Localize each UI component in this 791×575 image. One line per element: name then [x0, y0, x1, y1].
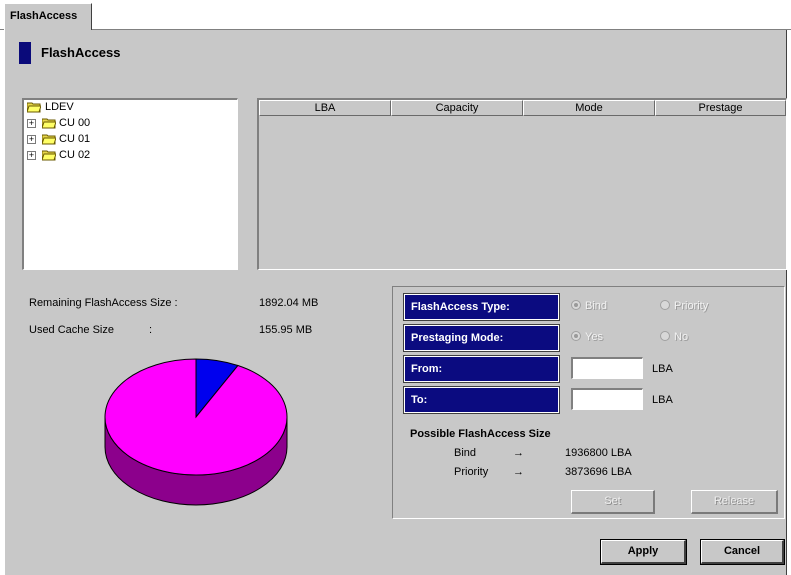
size-row-value: 3873696 LBA	[565, 466, 632, 478]
possible-size-title: Possible FlashAccess Size	[410, 428, 551, 440]
radio-selected-icon	[571, 331, 581, 341]
tree-node-cu-00[interactable]: + CU 00	[27, 116, 147, 131]
pie-slice-remaining-flashaccess-size	[104, 358, 288, 476]
folder-icon	[42, 118, 56, 129]
tab-flashaccess[interactable]: FlashAccess	[4, 3, 92, 30]
used-cache-label: Used Cache Size	[29, 324, 114, 336]
cache-usage-pie-chart	[104, 358, 288, 506]
page-title: FlashAccess	[41, 45, 121, 60]
to-input[interactable]	[571, 388, 643, 410]
arrow-right-icon: →	[513, 466, 524, 478]
folder-icon	[42, 150, 56, 161]
flashaccess-settings: FlashAccess Type: Bind Priority Prestagi…	[392, 286, 785, 519]
tree-node-label: CU 01	[59, 133, 91, 145]
size-row-name: Bind	[454, 447, 477, 459]
size-row-name: Priority	[454, 466, 489, 478]
tree-node-cu-01[interactable]: + CU 01	[27, 132, 147, 147]
release-button[interactable]: Release	[691, 490, 778, 514]
cache-table[interactable]: LBA Capacity Mode Prestage	[257, 98, 787, 270]
expand-icon[interactable]: +	[27, 135, 36, 144]
ldev-tree[interactable]: LDEV + CU 00 + CU 01 + CU 02	[22, 98, 238, 270]
arrow-right-icon: →	[513, 447, 524, 459]
tree-node-label: LDEV	[45, 101, 74, 113]
radio-no[interactable]: No	[660, 331, 688, 343]
to-unit: LBA	[652, 394, 673, 406]
folder-icon	[42, 134, 56, 145]
open-folder-icon	[27, 102, 41, 113]
column-header-mode[interactable]: Mode	[523, 100, 655, 116]
tree-node-label: CU 00	[59, 117, 91, 129]
flashaccess-panel: FlashAccess LDEV + CU 00 + CU 01 + CU 02…	[4, 30, 787, 575]
from-label: From:	[403, 355, 560, 383]
cancel-button[interactable]: Cancel	[700, 539, 785, 565]
radio-bind[interactable]: Bind	[571, 300, 607, 312]
flashaccess-type-label: FlashAccess Type:	[403, 293, 560, 321]
column-header-prestage[interactable]: Prestage	[655, 100, 786, 116]
tree-node-ldev[interactable]: LDEV	[27, 100, 147, 115]
from-unit: LBA	[652, 363, 673, 375]
prestaging-mode-label: Prestaging Mode:	[403, 324, 560, 352]
radio-priority[interactable]: Priority	[660, 300, 708, 312]
radio-icon	[660, 300, 670, 310]
apply-button[interactable]: Apply	[600, 539, 687, 565]
to-label: To:	[403, 386, 560, 414]
tab-bar: FlashAccess	[0, 0, 791, 30]
used-cache-colon: :	[149, 324, 153, 336]
remaining-size-label: Remaining FlashAccess Size :	[29, 297, 178, 309]
radio-icon	[660, 331, 670, 341]
column-header-lba[interactable]: LBA	[259, 100, 391, 116]
title-marker	[19, 42, 31, 64]
expand-icon[interactable]: +	[27, 119, 36, 128]
expand-icon[interactable]: +	[27, 151, 36, 160]
radio-yes[interactable]: Yes	[571, 331, 603, 343]
from-input[interactable]	[571, 357, 643, 379]
table-header: LBA Capacity Mode Prestage	[259, 100, 786, 116]
column-header-capacity[interactable]: Capacity	[391, 100, 523, 116]
tree-node-cu-02[interactable]: + CU 02	[27, 148, 147, 163]
tree-node-label: CU 02	[59, 149, 91, 161]
remaining-size-value: 1892.04 MB	[259, 297, 319, 309]
used-cache-value: 155.95 MB	[259, 324, 313, 336]
radio-selected-icon	[571, 300, 581, 310]
size-row-value: 1936800 LBA	[565, 447, 632, 459]
set-button[interactable]: Set	[571, 490, 655, 514]
